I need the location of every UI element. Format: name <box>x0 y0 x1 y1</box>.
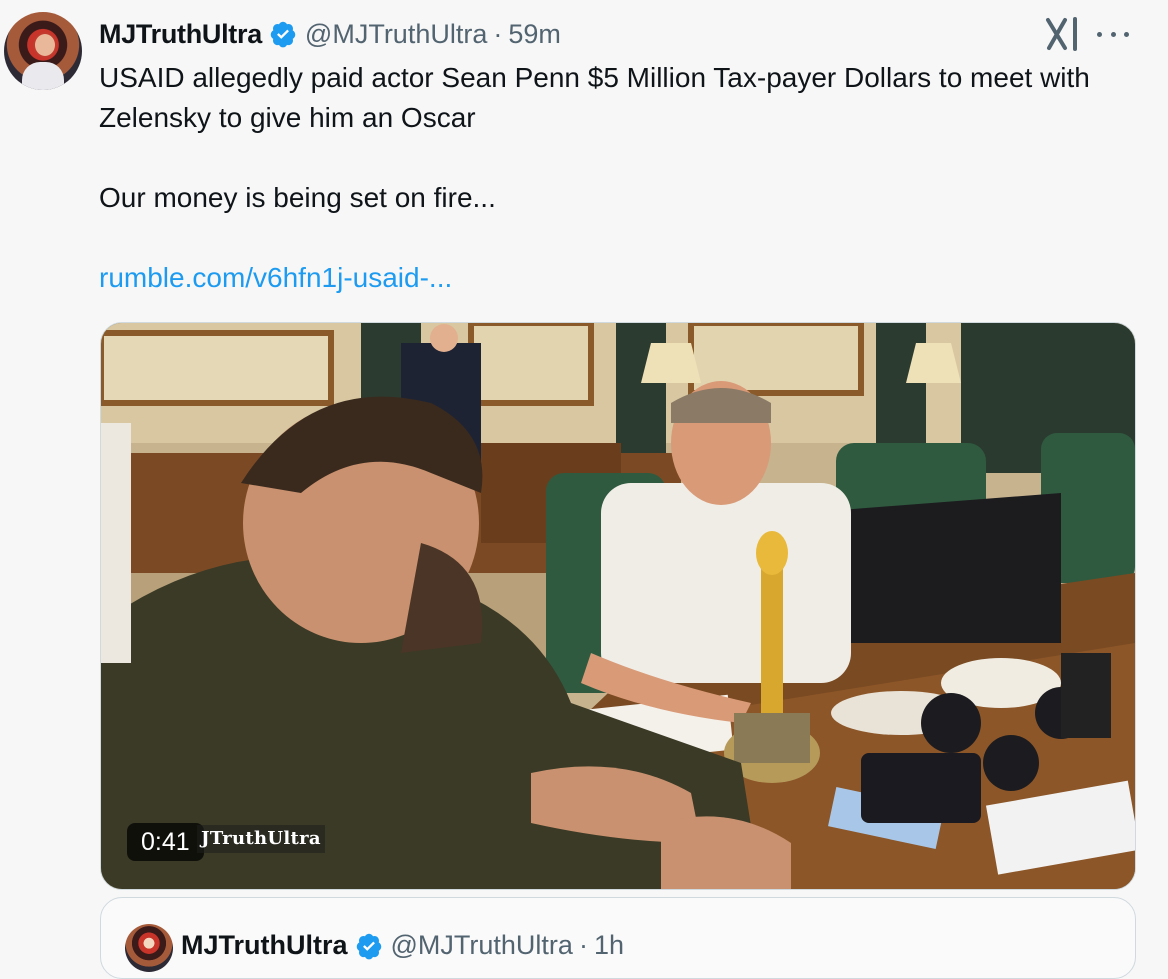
more-options-icon[interactable] <box>1097 22 1129 46</box>
more-dot <box>1124 31 1129 37</box>
quoted-timestamp[interactable]: 1h <box>594 930 624 961</box>
timestamp[interactable]: 59m <box>508 19 561 50</box>
avatar[interactable] <box>4 12 82 90</box>
verified-badge-icon <box>356 933 381 959</box>
video-duration: 0:41 <box>127 823 204 861</box>
verified-badge-icon <box>270 21 296 48</box>
quoted-handle[interactable]: @MJTruthUltra <box>391 930 573 961</box>
avatar-face <box>33 32 57 58</box>
more-dot <box>1110 31 1116 37</box>
video-watermark: JTruthUltra <box>197 825 325 853</box>
video-player[interactable]: 0:41 JTruthUltra <box>100 322 1136 890</box>
tweet[interactable]: MJTruthUltra @MJTruthUltra · 59m USAID a… <box>0 0 1168 979</box>
quoted-display-name[interactable]: MJTruthUltra <box>181 930 348 961</box>
quoted-tweet-header: MJTruthUltra @MJTruthUltra · 1h <box>181 930 624 961</box>
separator-dot: · <box>493 18 503 49</box>
display-name[interactable]: MJTruthUltra <box>99 19 262 50</box>
handle[interactable]: @MJTruthUltra <box>305 19 487 50</box>
quoted-avatar[interactable] <box>125 924 173 972</box>
tweet-link[interactable]: rumble.com/v6hfn1j-usaid-... <box>99 258 452 298</box>
avatar-shirt <box>22 62 64 90</box>
tweet-header: MJTruthUltra @MJTruthUltra · 59m <box>99 14 561 54</box>
grok-icon[interactable] <box>1045 17 1081 51</box>
more-dot <box>1097 31 1102 37</box>
video-frame <box>101 323 1135 889</box>
tweet-text: USAID allegedly paid actor Sean Penn $5 … <box>99 62 1090 133</box>
tweet-text-line2: Our money is being set on fire... <box>99 182 496 213</box>
separator-dot: · <box>578 930 588 960</box>
quoted-tweet[interactable]: MJTruthUltra @MJTruthUltra · 1h <box>100 897 1136 979</box>
